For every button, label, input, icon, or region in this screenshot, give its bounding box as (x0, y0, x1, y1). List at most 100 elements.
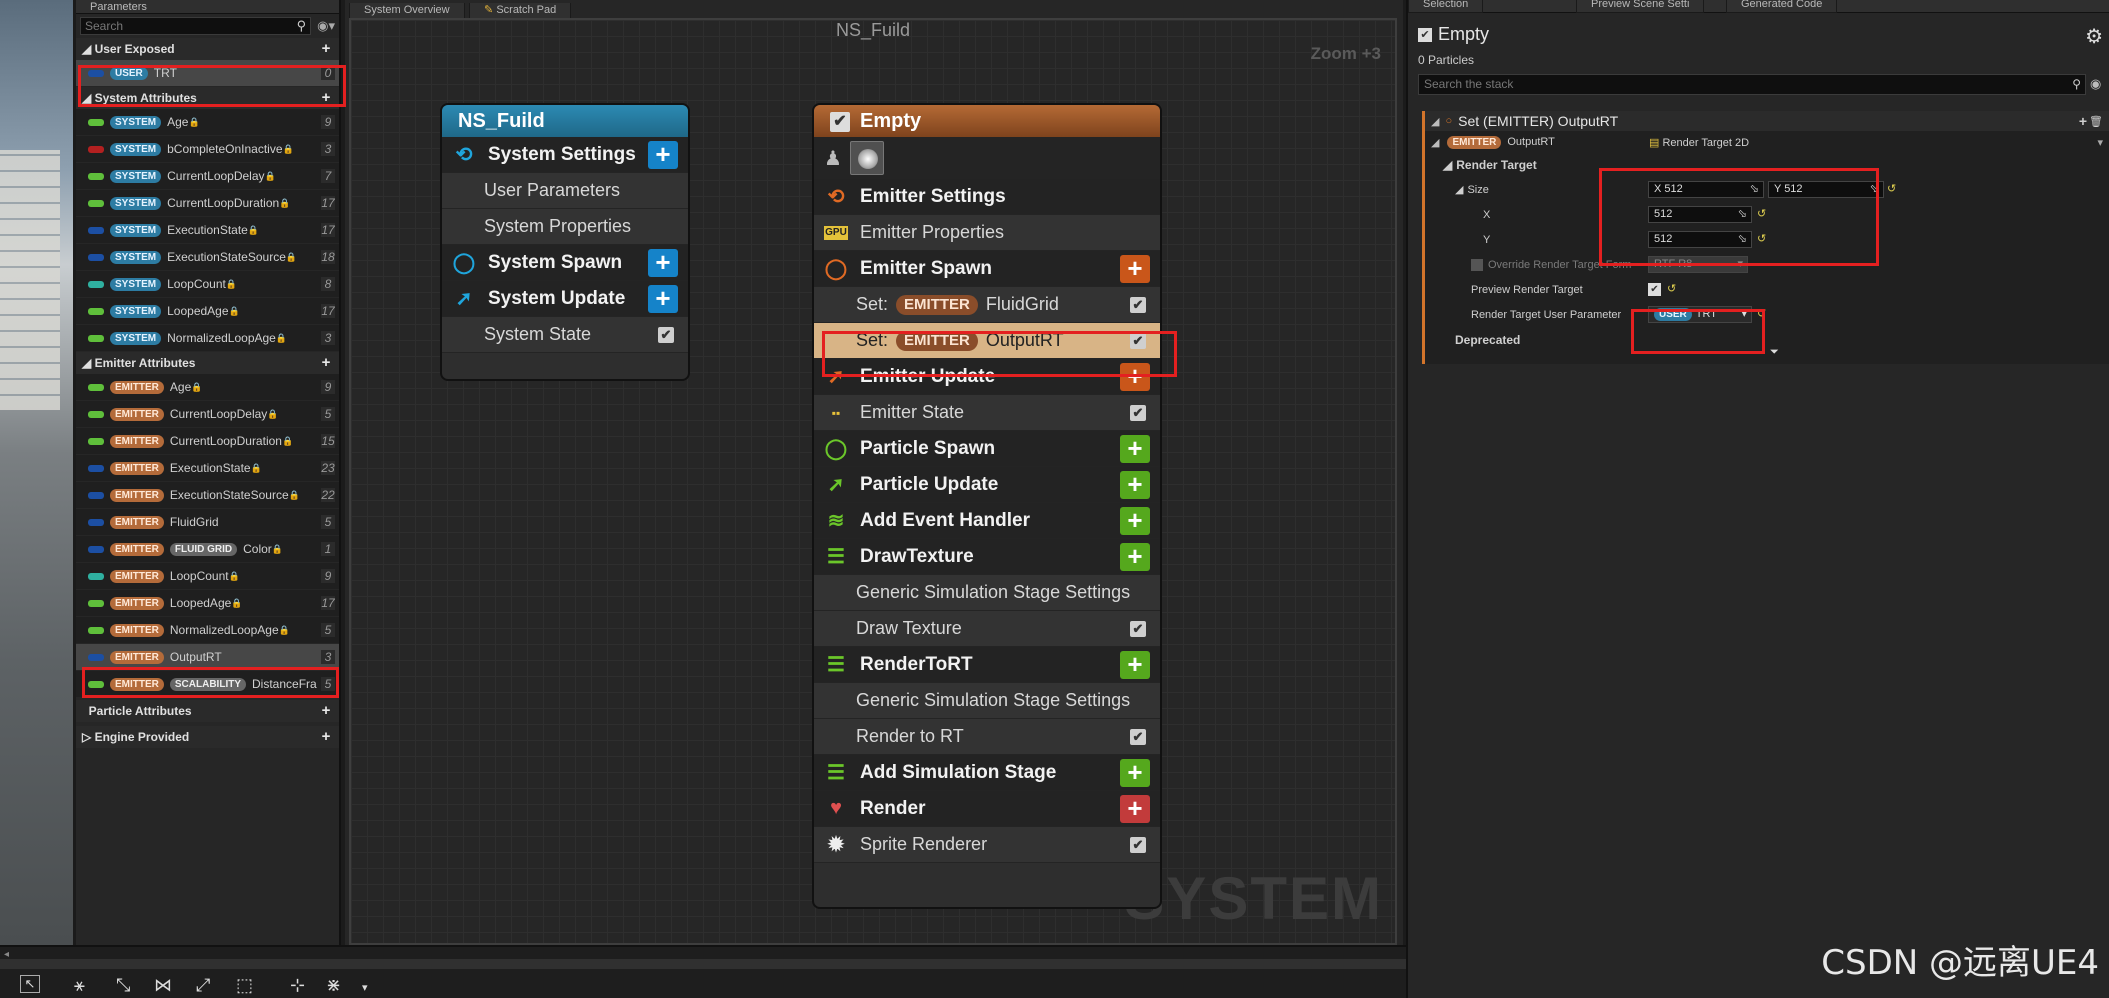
viewport-preview[interactable] (0, 0, 73, 945)
parameter-row[interactable]: EMITTER FluidGrid 5 (76, 509, 339, 536)
emitter-node-row[interactable]: ☰ DrawTexture + (814, 539, 1160, 575)
emitter-node-row[interactable]: Render to RT ✔ (814, 719, 1160, 755)
transform-tool-icon[interactable]: ⬚ (236, 975, 253, 996)
parameter-row[interactable]: EMITTER CurrentLoopDelay 🔒 5 (76, 401, 339, 428)
tab-generated-code[interactable]: Generated Code (1726, 0, 1838, 13)
translate-tool-icon[interactable]: ⚹ (74, 975, 85, 996)
emitter-node-row[interactable]: Set: EMITTER FluidGrid ✔ (814, 287, 1160, 323)
reset-icon[interactable]: ↺ (1887, 182, 1896, 195)
enable-checkbox[interactable]: ✔ (1130, 728, 1146, 745)
emitter-enabled-checkbox[interactable]: ✔ (1418, 27, 1432, 42)
override-checkbox[interactable] (1471, 258, 1483, 271)
parameter-row[interactable]: SYSTEM NormalizedLoopAge 🔒 3 (76, 325, 339, 352)
parameter-row[interactable]: EMITTER FLUID GRID Color 🔒 1 (76, 536, 339, 563)
emitter-node-row[interactable]: ≋ Add Event Handler + (814, 503, 1160, 539)
add-module-button[interactable]: + (648, 284, 678, 313)
section-engine-provided[interactable]: ▷ Engine Provided + (76, 726, 339, 748)
tab-system-overview[interactable]: System Overview (349, 3, 465, 19)
chevron-down-icon[interactable]: ▾ (362, 981, 368, 994)
emitter-node[interactable]: ✔ Empty ♟ ⟲ Emitter Settings GPU Emitter Pro… (814, 105, 1160, 907)
system-node-row[interactable]: System State ✔ (442, 317, 688, 353)
parameter-row[interactable]: EMITTER NormalizedLoopAge 🔒 5 (76, 617, 339, 644)
emitter-node-row[interactable]: ➚ Particle Update + (814, 467, 1160, 503)
emitter-node-row[interactable]: ▪▪ Emitter State ✔ (814, 395, 1160, 431)
add-icon[interactable]: + (2079, 113, 2087, 129)
enable-checkbox[interactable]: ✔ (830, 111, 850, 132)
search-input[interactable]: Search ⚲ (80, 17, 312, 35)
add-module-button[interactable]: + (1120, 650, 1150, 679)
add-module-button[interactable]: + (1120, 470, 1150, 499)
section-emitter-attributes[interactable]: ◢ Emitter Attributes + (76, 352, 339, 374)
system-node-row[interactable]: ➚ System Update + (442, 281, 688, 317)
enable-checkbox[interactable]: ✔ (1130, 404, 1146, 421)
section-particle-attributes[interactable]: Particle Attributes + (76, 700, 339, 722)
add-module-button[interactable]: + (648, 140, 678, 169)
snap-tool-icon[interactable]: ⊹ (290, 975, 305, 996)
emitter-node-row[interactable]: ◯ Emitter Spawn + (814, 251, 1160, 287)
emitter-node-row[interactable]: ⟲ Emitter Settings (814, 179, 1160, 215)
system-node-row[interactable]: ⟲ System Settings + (442, 137, 688, 173)
add-icon[interactable]: + (319, 703, 333, 718)
expand-arrow-icon[interactable]: ⏷ (1770, 346, 1779, 359)
surface-snap-icon[interactable]: ⋇ (326, 975, 341, 996)
enable-checkbox[interactable]: ✔ (1130, 296, 1146, 313)
eye-icon[interactable]: ◉▾ (317, 18, 335, 34)
emitter-node-row[interactable]: GPU Emitter Properties (814, 215, 1160, 251)
parameter-row[interactable]: SYSTEM CurrentLoopDelay 🔒 7 (76, 163, 339, 190)
emitter-node-row[interactable]: ◯ Particle Spawn + (814, 431, 1160, 467)
emitter-node-row[interactable]: ☰ Add Simulation Stage + (814, 755, 1160, 791)
emitter-node-row[interactable]: Draw Texture ✔ (814, 611, 1160, 647)
rotate-tool-icon[interactable]: ⤡ (116, 975, 130, 996)
emitter-node-row[interactable]: ☰ RenderToRT + (814, 647, 1160, 683)
add-icon[interactable]: + (319, 41, 333, 56)
tab-scratch-pad[interactable]: ✎ Scratch Pad (469, 3, 572, 19)
add-module-button[interactable]: + (648, 248, 678, 277)
parameter-row[interactable]: SYSTEM ExecutionState 🔒 17 (76, 217, 339, 244)
parameter-row[interactable]: EMITTER LoopedAge 🔒 17 (76, 590, 339, 617)
delete-icon[interactable]: 🗑 (2089, 115, 2103, 128)
emitter-node-row[interactable]: ✹ Sprite Renderer ✔ (814, 827, 1160, 863)
enable-checkbox[interactable]: ✔ (1130, 620, 1146, 637)
parameter-row[interactable]: EMITTER LoopCount 🔒 9 (76, 563, 339, 590)
visibility-icon[interactable]: ◉ (2090, 76, 2101, 92)
deprecated-section[interactable]: Deprecated (1425, 327, 2109, 352)
parameter-row[interactable]: SYSTEM Age 🔒 9 (76, 109, 339, 136)
parameter-row[interactable]: EMITTER OutputRT 3 (76, 644, 339, 671)
tab-selection[interactable]: Selection (1408, 0, 1484, 13)
parameter-row[interactable]: SYSTEM LoopedAge 🔒 17 (76, 298, 339, 325)
parameter-row[interactable]: SYSTEM LoopCount 🔒 8 (76, 271, 339, 298)
system-node-row[interactable]: User Parameters (442, 173, 688, 209)
add-icon[interactable]: + (319, 355, 333, 370)
tab-parameters[interactable]: Parameters (76, 0, 339, 14)
emitter-node-row[interactable]: Generic Simulation Stage Settings (814, 575, 1160, 611)
emitter-node-row[interactable]: ♥ Render + (814, 791, 1160, 827)
emitter-node-header[interactable]: ✔ Empty (814, 105, 1160, 137)
graph-editor[interactable]: System Overview ✎ Scratch Pad NS_Fuild Z… (345, 0, 1403, 945)
stack-search-input[interactable]: Search the stack ⚲ (1418, 74, 2086, 95)
horizontal-scrollbar[interactable] (0, 959, 1406, 969)
pin-icon[interactable]: ♟ (824, 146, 842, 171)
add-module-button[interactable]: + (1120, 254, 1150, 283)
reset-icon[interactable]: ↺ (1667, 282, 1676, 295)
parameter-row[interactable]: SYSTEM ExecutionStateSource 🔒 18 (76, 244, 339, 271)
enable-checkbox[interactable]: ✔ (658, 326, 674, 343)
system-node[interactable]: NS_Fuild ⟲ System Settings + User Parameter… (442, 105, 688, 379)
emitter-node-row[interactable]: Generic Simulation Stage Settings (814, 683, 1160, 719)
system-node-row[interactable]: ◯ System Spawn + (442, 245, 688, 281)
parameter-row[interactable]: EMITTER Age 🔒 9 (76, 374, 339, 401)
tab-preview-scene[interactable]: Preview Scene Setti (1576, 0, 1705, 13)
parameter-row[interactable]: SYSTEM bCompleteOnInactive 🔒 3 (76, 136, 339, 163)
system-node-row[interactable]: System Properties (442, 209, 688, 245)
chevron-down-icon[interactable]: ▾ (2097, 136, 2103, 149)
enable-checkbox[interactable]: ✔ (1130, 836, 1146, 853)
parameter-row[interactable]: EMITTER CurrentLoopDuration 🔒 15 (76, 428, 339, 455)
add-module-button[interactable]: + (1120, 434, 1150, 463)
add-module-button[interactable]: + (1120, 758, 1150, 787)
graph-canvas[interactable]: NS_Fuild Zoom +3 SYSTEM NS_Fuild ⟲ System… (349, 18, 1397, 945)
section-user-exposed[interactable]: ◢ User Exposed + (76, 38, 339, 60)
render-target-type-dropdown[interactable]: ▤ Render Target 2D (1649, 136, 1749, 149)
parameter-row[interactable]: SYSTEM CurrentLoopDuration 🔒 17 (76, 190, 339, 217)
preview-checkbox[interactable]: ✔ (1648, 283, 1661, 296)
parameter-row[interactable]: EMITTER ExecutionStateSource 🔒 22 (76, 482, 339, 509)
add-module-button[interactable]: + (1120, 542, 1150, 571)
